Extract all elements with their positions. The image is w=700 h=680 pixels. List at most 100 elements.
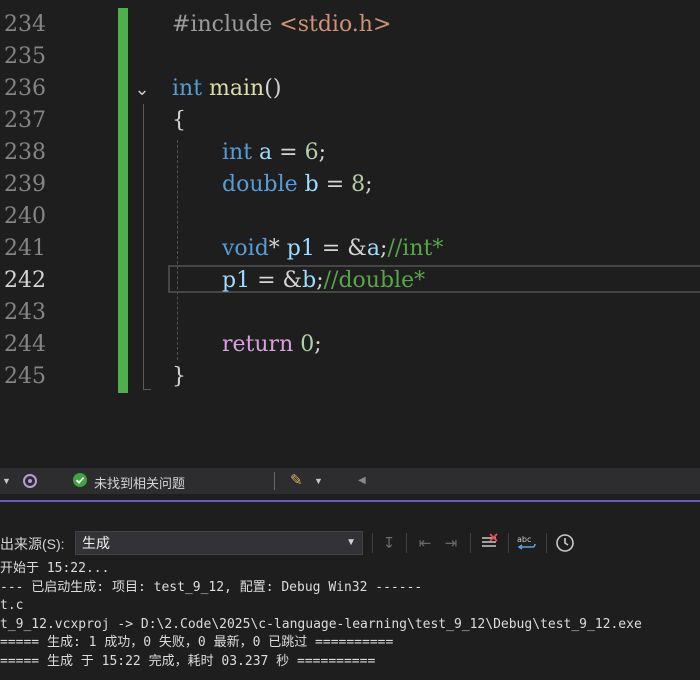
line-number: 245 — [4, 364, 46, 389]
scroll-left-icon[interactable]: ◀ — [358, 473, 366, 489]
code-line[interactable]: 243 — [0, 297, 700, 329]
code-token: * — [268, 236, 287, 261]
line-number: 234 — [4, 12, 46, 37]
output-source-value: 生成 — [82, 535, 110, 551]
output-log-line: ===== 生成: 1 成功，0 失败，0 最新，0 已跳过 =========… — [0, 635, 394, 650]
line-number: 238 — [4, 140, 46, 165]
clear-all-icon[interactable] — [478, 533, 500, 553]
code-text[interactable]: } — [172, 361, 186, 393]
code-token: ; — [314, 332, 322, 357]
code-token: = & — [314, 236, 367, 261]
code-line[interactable]: 244 return 0; — [0, 329, 700, 361]
code-token: double — [222, 172, 298, 197]
line-number: 240 — [4, 204, 46, 229]
line-number: 239 — [4, 172, 46, 197]
svg-text:abc: abc — [517, 535, 531, 544]
code-token: int — [172, 76, 203, 101]
code-token: 6 — [304, 140, 319, 165]
toolbar-separator — [546, 533, 547, 553]
code-text[interactable]: { — [172, 105, 186, 137]
output-log-line: t_9_12.vcxproj -> D:\2.Code\2025\c-langu… — [0, 616, 642, 632]
status-separator — [274, 472, 275, 490]
check-circle-icon — [72, 472, 88, 488]
code-text[interactable]: return 0; — [222, 329, 322, 361]
code-token: int — [222, 140, 253, 165]
output-log-line: t.c — [0, 598, 24, 613]
output-log[interactable]: 开始于 15:22... --- 已启动生成: 项目: test_9_12, 配置… — [0, 560, 700, 671]
code-token: p1 — [286, 236, 315, 261]
code-text[interactable]: p1 = &b;//double* — [222, 265, 425, 297]
line-number: 241 — [4, 236, 46, 261]
line-number: 244 — [4, 332, 46, 357]
code-token: } — [172, 364, 186, 389]
copilot-icon[interactable] — [20, 471, 40, 491]
code-token: a — [366, 236, 381, 261]
output-log-line: --- 已启动生成: 项目: test_9_12, 配置: Debug Win3… — [0, 579, 423, 595]
dropdown-arrow-icon[interactable]: ▼ — [2, 473, 14, 489]
editor-status-strip: ▼ 未找到相关问题 ✎ ▼ ◀ — [0, 468, 700, 494]
code-line[interactable]: 242 p1 = &b;//double* — [0, 265, 700, 297]
line-number: 237 — [4, 108, 46, 133]
code-token: () — [264, 76, 282, 101]
brush-dropdown-icon[interactable]: ▼ — [314, 473, 323, 489]
code-text[interactable]: double b = 8; — [222, 169, 373, 201]
code-text[interactable]: void* p1 = &a;//int* — [222, 233, 443, 265]
code-token: main — [209, 76, 265, 101]
code-token: = — [318, 172, 352, 197]
previous-message-icon[interactable]: ⇤ — [414, 533, 436, 553]
output-log-line: 开始于 15:22... — [0, 561, 110, 576]
code-token: ; — [316, 268, 324, 293]
code-line[interactable]: 245} — [0, 361, 700, 393]
code-token: b — [302, 268, 317, 293]
toolbar-separator — [406, 533, 407, 553]
code-editor[interactable]: ⌄ 234 #include <stdio.h> 235 236 int main() 2… — [0, 0, 700, 468]
brush-icon[interactable]: ✎ — [290, 471, 310, 491]
code-text[interactable]: #include <stdio.h> — [172, 9, 391, 41]
select-chevron-down-icon: ▼ — [346, 537, 356, 548]
code-text[interactable]: int main() — [172, 73, 281, 105]
line-number: 243 — [4, 300, 46, 325]
code-line[interactable]: 234 #include <stdio.h> — [0, 9, 700, 41]
code-token: 8 — [351, 172, 366, 197]
code-line[interactable]: 241 void* p1 = &a;//int* — [0, 233, 700, 265]
code-line[interactable]: 237 { — [0, 105, 700, 137]
code-token: = — [272, 140, 305, 165]
output-panel: 出来源(S): 生成 ▼ ↧ ⇤ ⇥ abc 开始于 15:22... --- 已… — [0, 502, 700, 680]
code-token: 0 — [300, 332, 315, 357]
line-number: 235 — [4, 44, 46, 69]
code-token: ; — [365, 172, 373, 197]
toolbar-separator — [372, 533, 373, 553]
toolbar-separator — [470, 533, 471, 553]
find-message-icon[interactable]: ↧ — [378, 533, 400, 553]
code-token: b — [304, 172, 319, 197]
code-line[interactable]: 238 int a = 6; — [0, 137, 700, 169]
code-token: = & — [250, 268, 303, 293]
line-number: 236 — [4, 76, 46, 101]
code-token: <stdio.h> — [279, 12, 392, 37]
code-token: #include — [172, 12, 280, 37]
code-line[interactable]: 235 — [0, 41, 700, 73]
code-token: void — [222, 236, 269, 261]
issues-status-text[interactable]: 未找到相关问题 — [94, 473, 185, 492]
code-token: { — [172, 108, 186, 133]
code-line[interactable]: 236 int main() — [0, 73, 700, 105]
code-token: return — [222, 332, 294, 357]
output-source-select[interactable]: 生成 ▼ — [75, 531, 363, 555]
next-message-icon[interactable]: ⇥ — [440, 533, 462, 553]
output-log-line: ===== 生成 于 15:22 完成，耗时 03.237 秒 ========… — [0, 653, 376, 669]
output-toolbar: 出来源(S): 生成 ▼ ↧ ⇤ ⇥ abc — [0, 529, 700, 557]
clock-icon[interactable] — [554, 533, 576, 553]
toolbar-separator — [508, 533, 509, 553]
code-token: ; — [318, 140, 327, 165]
line-number: 242 — [4, 268, 46, 293]
code-token: //double* — [323, 268, 426, 293]
code-line[interactable]: 239 double b = 8; — [0, 169, 700, 201]
code-text[interactable]: int a = 6; — [222, 137, 326, 169]
code-line[interactable]: 240 — [0, 201, 700, 233]
output-source-label: 出来源(S): — [0, 536, 65, 552]
word-wrap-icon[interactable]: abc — [516, 533, 538, 553]
code-token: a — [259, 140, 273, 165]
